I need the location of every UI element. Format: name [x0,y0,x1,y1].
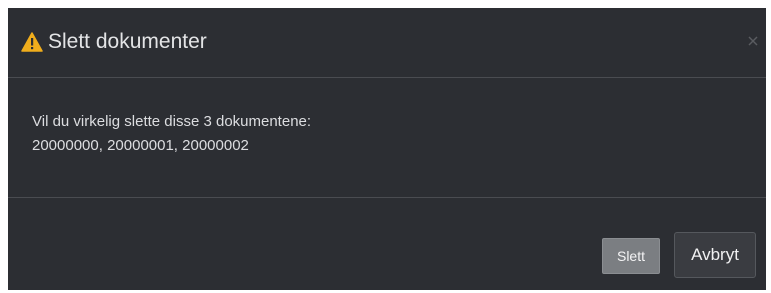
delete-documents-dialog: Slett dokumenter Vil du virkelig slette … [8,8,766,290]
delete-button[interactable]: Slett [602,238,660,274]
dialog-header: Slett dokumenter [8,8,766,78]
confirmation-message: Vil du virkelig slette disse 3 dokumente… [32,113,312,130]
dialog-footer: Slett Avbryt [8,198,766,290]
dialog-title: Slett dokumenter [48,30,207,53]
document-id-list: 20000000, 20000001, 20000002 [32,137,249,154]
screen: Slett dokumenter Vil du virkelig slette … [0,0,771,293]
warning-icon [21,32,43,52]
close-icon[interactable] [746,34,760,48]
dialog-body: Vil du virkelig slette disse 3 dokumente… [8,78,766,198]
cancel-button[interactable]: Avbryt [674,232,756,278]
